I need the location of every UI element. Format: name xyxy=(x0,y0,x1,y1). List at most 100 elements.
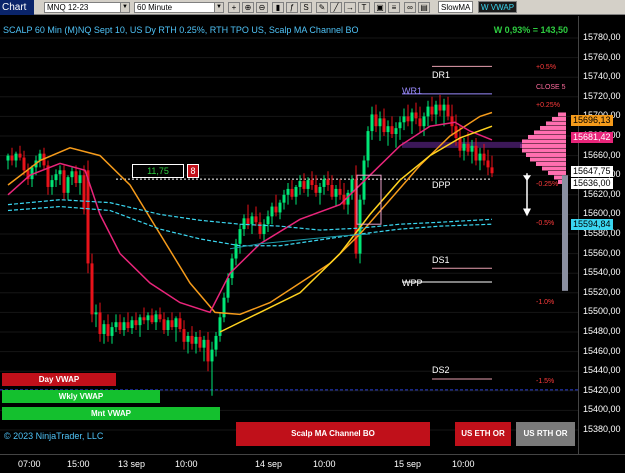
strategies-icon[interactable]: S xyxy=(300,2,312,13)
scalp-ma-channel-bo-button[interactable]: Scalp MA Channel BO xyxy=(236,422,430,446)
level-ds2: DS2 xyxy=(432,365,450,375)
text-tool-icon[interactable]: T xyxy=(358,2,370,13)
candle-body xyxy=(338,188,342,195)
candle-body xyxy=(270,206,274,217)
order-count-box[interactable]: 8 xyxy=(187,164,199,178)
candle-body xyxy=(310,180,314,185)
price-tick: 15420,00 xyxy=(583,384,621,395)
candle-body xyxy=(282,194,286,203)
profile-bar xyxy=(522,139,566,144)
time-axis[interactable]: 07:00 15:00 13 sep 10:00 14 sep 10:00 15… xyxy=(0,454,625,473)
candle-body xyxy=(258,222,262,234)
candle-body xyxy=(94,312,98,315)
level-wr1: WR1 xyxy=(402,86,422,96)
candle-body xyxy=(138,317,142,326)
candle-body xyxy=(194,336,198,344)
candle-body xyxy=(130,320,134,329)
order-qty-box[interactable]: 11,75 xyxy=(132,164,184,178)
chevron-down-icon[interactable]: ▼ xyxy=(120,3,129,12)
candle-body xyxy=(414,112,418,119)
candle-body xyxy=(182,329,186,342)
candle-body xyxy=(114,322,118,328)
interval-value: 60 Minute xyxy=(137,3,173,12)
chart-panel[interactable]: SCALP 60 Min (M)NQ Sept 10, US Dy RTH 0.… xyxy=(0,16,578,454)
time-tick: 14 sep xyxy=(255,459,283,469)
price-axis[interactable]: 15780,0015760,0015740,0015720,0015700,00… xyxy=(571,16,625,454)
candle-body xyxy=(374,114,378,127)
properties-icon[interactable]: ≡ xyxy=(388,2,400,13)
candle-body xyxy=(418,118,422,127)
candle-body xyxy=(186,335,190,342)
indicators-icon[interactable]: ƒ xyxy=(286,2,298,13)
candle-body xyxy=(286,188,290,195)
wkly-vwap-tag: Wkly VWAP xyxy=(2,390,160,403)
candle-body xyxy=(378,118,382,127)
candle-body xyxy=(410,112,414,122)
zoom-out-icon[interactable]: ⊖ xyxy=(256,2,268,13)
value-area-band xyxy=(402,141,522,148)
us-eth-or-button[interactable]: US ETH OR xyxy=(455,422,511,446)
slow-ma-tag[interactable]: SlowMA xyxy=(438,1,474,13)
instrument-value: MNQ 12-23 xyxy=(47,3,89,12)
candle-body xyxy=(470,145,474,152)
template-icon[interactable]: ▤ xyxy=(418,2,430,13)
candle-body xyxy=(386,126,390,133)
price-tick: 15660,00 xyxy=(583,149,621,160)
chart-window-label: Chart xyxy=(0,0,34,15)
instrument-selector[interactable]: MNQ 12-23 ▼ xyxy=(44,2,130,13)
candle-body xyxy=(246,218,250,225)
drawing-tools-icon[interactable]: ✎ xyxy=(316,2,328,13)
candle-body xyxy=(302,181,306,189)
profile-bar xyxy=(530,157,566,162)
candle-body xyxy=(150,315,154,323)
candle-body xyxy=(62,170,66,193)
candle-body xyxy=(18,153,22,158)
vwap-lower-band xyxy=(7,205,493,247)
candle-body xyxy=(446,104,450,117)
mnt-vwap-tag: Mnt VWAP xyxy=(2,407,220,420)
price-tick: 15760,00 xyxy=(583,51,621,62)
candle-body xyxy=(66,177,70,193)
price-tick: 15560,00 xyxy=(583,247,621,258)
pct-minus-05: -0.5% xyxy=(536,220,555,227)
profile-bar xyxy=(522,148,566,153)
candle-body xyxy=(106,324,110,336)
chart-style-icon[interactable]: ▮ xyxy=(272,2,284,13)
interval-selector[interactable]: 60 Minute ▼ xyxy=(134,2,224,13)
pct-minus-1: -1.0% xyxy=(536,299,555,306)
line-tool-icon[interactable]: ╱ xyxy=(330,2,342,13)
candle-body xyxy=(326,179,330,185)
candle-body xyxy=(398,122,402,129)
price-tick: 15460,00 xyxy=(583,345,621,356)
candle-body xyxy=(450,116,454,127)
zoom-in-icon[interactable]: ⊕ xyxy=(242,2,254,13)
candle-body xyxy=(314,185,318,193)
time-tick: 10:00 xyxy=(452,459,475,469)
candle-body xyxy=(90,263,94,315)
profile-bar xyxy=(536,161,566,166)
candle-body xyxy=(158,314,162,320)
snapshot-icon[interactable]: ▣ xyxy=(374,2,386,13)
chart-toolbar: Chart MNQ 12-23 ▼ 60 Minute ▼ + ⊕ ⊖ ▮ ƒ … xyxy=(0,0,625,15)
price-tick: 15740,00 xyxy=(583,71,621,82)
price-badge-pink: 15681,42 xyxy=(571,132,613,143)
candle-body xyxy=(322,179,326,187)
price-badge-ma: 15696,13 xyxy=(571,115,613,126)
chevron-down-icon[interactable]: ▼ xyxy=(214,3,223,12)
candle-body xyxy=(370,114,374,132)
ray-tool-icon[interactable]: → xyxy=(344,2,356,13)
candle-body xyxy=(166,320,170,331)
candle-body xyxy=(334,188,338,197)
candle-body xyxy=(78,175,82,184)
level-wpp: WPP xyxy=(402,278,423,288)
arrow-head-icon xyxy=(523,175,531,182)
us-rth-or-button[interactable]: US RTH OR xyxy=(516,422,575,446)
crosshair-icon[interactable]: + xyxy=(228,2,240,13)
price-chart[interactable] xyxy=(0,16,578,454)
candle-body xyxy=(174,318,178,328)
candle-body xyxy=(178,318,182,330)
profile-bar xyxy=(558,112,566,117)
link-icon[interactable]: ∞ xyxy=(404,2,416,13)
w-vwap-tag[interactable]: W VWAP xyxy=(478,1,518,13)
candle-body xyxy=(438,104,442,111)
